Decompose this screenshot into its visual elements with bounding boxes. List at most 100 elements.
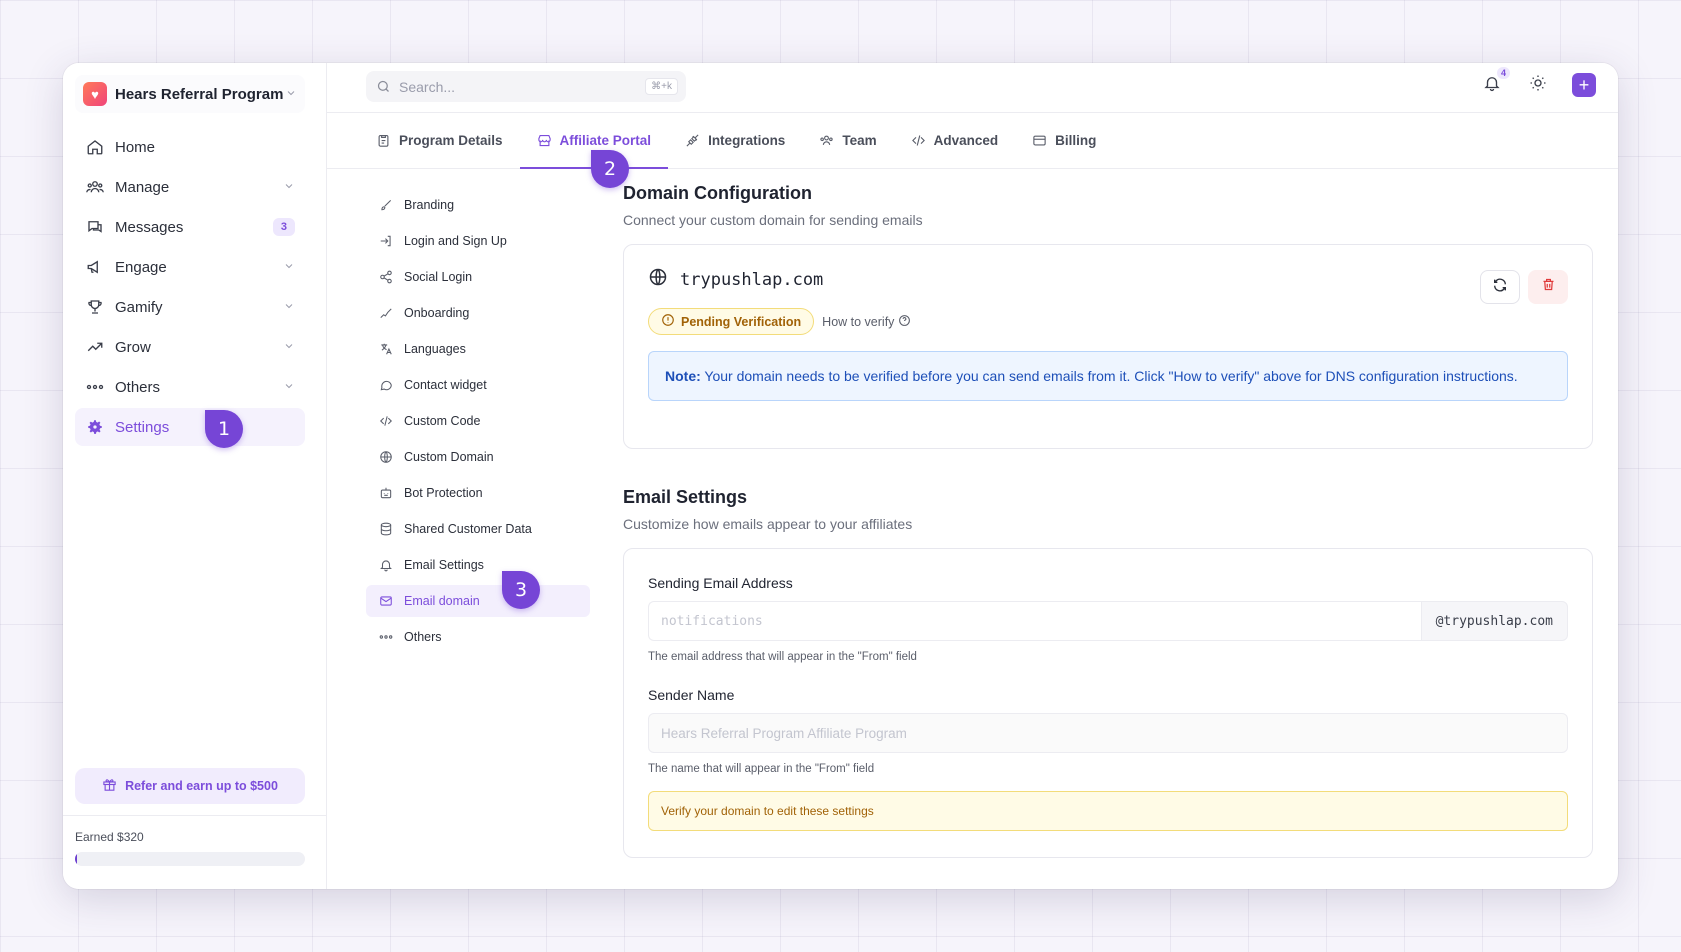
alert-circle-icon xyxy=(661,313,675,330)
subnav-item-email-domain[interactable]: Email domain xyxy=(366,585,590,617)
theme-toggle-button[interactable] xyxy=(1526,73,1550,97)
sidebar-item-label: Home xyxy=(115,138,156,156)
subnav-item-onboarding[interactable]: Onboarding xyxy=(366,297,590,329)
trending-up-icon xyxy=(85,337,105,357)
sidebar-item-messages[interactable]: Messages 3 xyxy=(75,208,305,246)
chat-bubble-icon xyxy=(378,378,394,392)
sending-email-domain-suffix: @trypushlap.com xyxy=(1420,601,1568,641)
sending-email-group: @trypushlap.com xyxy=(648,601,1568,641)
subnav-item-custom-code[interactable]: Custom Code xyxy=(366,405,590,437)
mail-icon xyxy=(378,594,394,608)
main-content: Domain Configuration Connect your custom… xyxy=(623,183,1593,858)
team-icon xyxy=(819,133,834,148)
subnav-item-languages[interactable]: Languages xyxy=(366,333,590,365)
tab-label: Billing xyxy=(1055,133,1097,148)
search-input[interactable] xyxy=(399,78,646,95)
chevron-down-icon xyxy=(283,379,295,396)
credit-card-icon xyxy=(1032,133,1047,148)
subnav-label: Custom Code xyxy=(404,414,481,428)
sidebar-item-manage[interactable]: Manage xyxy=(75,168,305,206)
sender-name-help: The name that will appear in the "From" … xyxy=(648,763,875,775)
domain-card: trypushlap.com Pending Verification How … xyxy=(623,244,1593,449)
sender-name-label: Sender Name xyxy=(648,687,735,703)
code-icon xyxy=(378,414,394,428)
status-label: Pending Verification xyxy=(681,314,802,329)
domain-name: trypushlap.com xyxy=(680,269,824,290)
sidebar-item-label: Grow xyxy=(115,338,151,356)
tab-label: Team xyxy=(842,133,877,148)
earned-label: Earned $320 xyxy=(75,830,144,844)
sidebar-item-label: Messages xyxy=(115,218,184,236)
email-settings-card: Sending Email Address @trypushlap.com Th… xyxy=(623,548,1593,858)
plug-icon xyxy=(685,133,700,148)
domain-config-subtitle: Connect your custom domain for sending e… xyxy=(623,212,923,228)
step-marker-2: 2 xyxy=(591,150,629,188)
top-actions: 4 + xyxy=(1480,67,1596,97)
tab-team[interactable]: Team xyxy=(802,113,893,168)
sending-email-input[interactable] xyxy=(648,601,1421,641)
earned-progress-bar xyxy=(75,852,305,866)
chevron-down-icon xyxy=(283,259,295,276)
trophy-icon xyxy=(85,297,105,317)
subnav-item-others[interactable]: Others xyxy=(366,621,590,653)
bell-icon xyxy=(378,558,394,572)
earned-progress-fill xyxy=(75,852,78,866)
search-shortcut: ⌘+k xyxy=(645,78,678,95)
database-icon xyxy=(378,522,394,536)
sidebar-item-home[interactable]: Home xyxy=(75,128,305,166)
subnav-item-email-settings[interactable]: Email Settings xyxy=(366,549,590,581)
storefront-icon xyxy=(537,133,552,148)
sidebar-item-others[interactable]: Others xyxy=(75,368,305,406)
refer-and-earn-button[interactable]: Refer and earn up to $500 xyxy=(75,768,305,804)
workspace-name: Hears Referral Program xyxy=(115,85,284,103)
sidebar-item-settings[interactable]: Settings xyxy=(75,408,305,446)
subnav-item-contact-widget[interactable]: Contact widget xyxy=(366,369,590,401)
globe-icon xyxy=(648,267,668,292)
subnav-label: Bot Protection xyxy=(404,486,483,500)
step-marker-1: 1 xyxy=(205,410,243,448)
subnav-item-shared-customer-data[interactable]: Shared Customer Data xyxy=(366,513,590,545)
search-box[interactable]: ⌘+k xyxy=(366,71,686,102)
tab-integrations[interactable]: Integrations xyxy=(668,113,802,168)
subnav-item-branding[interactable]: Branding xyxy=(366,189,590,221)
sidebar-item-engage[interactable]: Engage xyxy=(75,248,305,286)
subnav-label: Login and Sign Up xyxy=(404,234,507,248)
path-icon xyxy=(378,306,394,320)
trash-icon xyxy=(1541,277,1556,297)
delete-domain-button[interactable] xyxy=(1528,270,1568,304)
notifications-button[interactable]: 4 xyxy=(1480,67,1510,97)
domain-actions xyxy=(1480,270,1568,304)
gear-icon xyxy=(85,417,105,437)
subnav-item-bot-protection[interactable]: Bot Protection xyxy=(366,477,590,509)
workspace-switcher[interactable]: ♥ Hears Referral Program xyxy=(75,75,305,113)
sidebar-item-gamify[interactable]: Gamify xyxy=(75,288,305,326)
verification-note: Note: Your domain needs to be verified b… xyxy=(648,351,1568,402)
globe-icon xyxy=(378,450,394,464)
tab-label: Program Details xyxy=(399,133,503,148)
subnav-label: Languages xyxy=(404,342,466,356)
dots-icon xyxy=(378,630,394,644)
refresh-verification-button[interactable] xyxy=(1480,270,1520,304)
verify-domain-warning: Verify your domain to edit these setting… xyxy=(648,791,1568,831)
sidebar-nav: Home Manage Messages 3 Engage Gamify Gro… xyxy=(75,128,305,448)
subnav-item-social-login[interactable]: Social Login xyxy=(366,261,590,293)
tab-advanced[interactable]: Advanced xyxy=(894,113,1016,168)
subnav-label: Contact widget xyxy=(404,378,487,392)
tab-program-details[interactable]: Program Details xyxy=(359,113,520,168)
subnav-label: Email Settings xyxy=(404,558,484,572)
create-new-button[interactable]: + xyxy=(1572,73,1596,97)
dots-icon xyxy=(85,377,105,397)
clipboard-icon xyxy=(376,133,391,148)
subnav-item-login-signup[interactable]: Login and Sign Up xyxy=(366,225,590,257)
tab-billing[interactable]: Billing xyxy=(1015,113,1113,168)
app-window: ♥ Hears Referral Program Home Manage Mes… xyxy=(63,63,1618,889)
plus-icon: + xyxy=(1578,75,1590,95)
refresh-icon xyxy=(1492,277,1508,298)
sidebar-item-grow[interactable]: Grow xyxy=(75,328,305,366)
tab-label: Advanced xyxy=(933,133,999,148)
how-to-verify-link[interactable]: How to verify xyxy=(822,314,911,330)
subnav-item-custom-domain[interactable]: Custom Domain xyxy=(366,441,590,473)
settings-tabs: Program Details Affiliate Portal Integra… xyxy=(327,113,1618,169)
chevron-down-icon xyxy=(283,179,295,196)
sender-name-input[interactable] xyxy=(648,713,1568,753)
